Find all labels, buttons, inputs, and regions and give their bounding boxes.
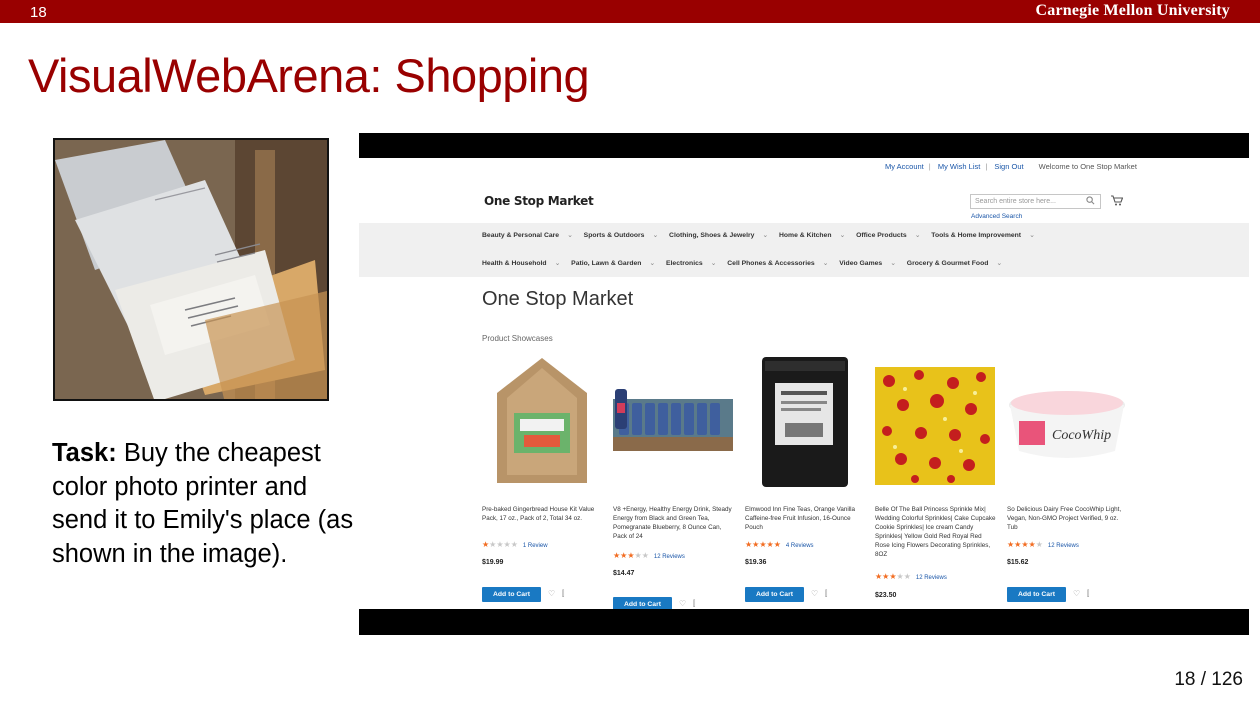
compare-icon[interactable]: ⫿ [562, 589, 565, 598]
review-count[interactable]: 12 Reviews [1048, 543, 1079, 549]
nav-grocery[interactable]: Grocery & Gourmet Food [907, 260, 989, 267]
account-links: My Account | My Wish List | Sign Out Welco… [885, 162, 1137, 171]
showcase-label: Product Showcases [482, 334, 553, 343]
product-card: Pre-baked Gingerbread House Kit Value Pa… [482, 353, 602, 608]
cocowhip-tub-image[interactable]: CocoWhip [1007, 353, 1127, 488]
product-price: $15.62 [1007, 559, 1029, 566]
nav-tools[interactable]: Tools & Home Improvement [931, 232, 1021, 239]
advanced-search-link[interactable]: Advanced Search [971, 213, 1022, 220]
nav-health[interactable]: Health & Household [482, 260, 547, 267]
nav-clothing[interactable]: Clothing, Shoes & Jewelry [669, 232, 754, 239]
slide-title: VisualWebArena: Shopping [28, 49, 590, 102]
nav-office[interactable]: Office Products [856, 232, 907, 239]
wishlist-heart-icon[interactable]: ♡ [679, 599, 686, 608]
product-name[interactable]: So Delicious Dairy Free CocoWhip Light, … [1007, 505, 1129, 532]
task-description: Task: Buy the cheapest color photo print… [52, 437, 362, 571]
product-actions: ♡ ⫿ [548, 589, 564, 599]
slide-header-bar: 18 Carnegie Mellon University [0, 0, 1260, 23]
envelopes-image [55, 140, 327, 399]
add-to-cart-button[interactable]: Add to Cart [1007, 587, 1066, 602]
store-logo[interactable]: One Stop Market [484, 194, 594, 208]
wishlist-heart-icon[interactable]: ♡ [1073, 589, 1080, 598]
product-name[interactable]: Elmwood Inn Fine Teas, Orange Vanilla Ca… [745, 505, 867, 532]
product-price: $19.99 [482, 559, 504, 566]
sign-out-link[interactable]: Sign Out [994, 162, 1023, 171]
slide-number: 18 [30, 4, 47, 21]
product-actions: ♡ ⫿ [811, 589, 827, 599]
product-rating: ★★★★★ 12 Reviews [1007, 540, 1079, 549]
compare-icon[interactable]: ⫿ [693, 599, 696, 608]
nav-video-games[interactable]: Video Games [839, 260, 882, 267]
review-count[interactable]: 12 Reviews [916, 575, 947, 581]
task-reference-photo [53, 138, 329, 401]
product-card: Elmwood Inn Fine Teas, Orange Vanilla Ca… [745, 353, 865, 608]
cart-icon[interactable] [1111, 195, 1123, 206]
product-name[interactable]: V8 +Energy, Healthy Energy Drink, Steady… [613, 505, 735, 541]
tea-pouch-image[interactable] [745, 353, 865, 488]
product-name[interactable]: Belle Of The Ball Princess Sprinkle Mix|… [875, 505, 997, 559]
review-count[interactable]: 12 Reviews [654, 554, 685, 560]
nav-electronics[interactable]: Electronics [666, 260, 703, 267]
product-actions: ♡ ⫿ [679, 599, 695, 609]
product-price: $23.50 [875, 592, 897, 599]
wishlist-heart-icon[interactable]: ♡ [811, 589, 818, 598]
gingerbread-kit-image[interactable] [482, 353, 602, 488]
nav-beauty[interactable]: Beauty & Personal Care [482, 232, 559, 239]
product-card: V8 +Energy, Healthy Energy Drink, Steady… [613, 353, 735, 612]
product-rating: ★★★★★ 4 Reviews [745, 540, 814, 549]
product-rating: ★★★★★ 12 Reviews [613, 551, 685, 560]
task-label: Task: [52, 439, 117, 467]
institution-logo: Carnegie Mellon University [1035, 2, 1230, 19]
review-count[interactable]: 4 Reviews [786, 543, 814, 549]
compare-icon[interactable]: ⫿ [1087, 589, 1090, 598]
nav-patio[interactable]: Patio, Lawn & Garden [571, 260, 641, 267]
wish-list-link[interactable]: My Wish List [938, 162, 981, 171]
category-nav-row-2: Health & Household ⌄ Patio, Lawn & Garden… [482, 260, 1003, 267]
svg-text:CocoWhip: CocoWhip [1052, 428, 1111, 443]
nav-cell-phones[interactable]: Cell Phones & Accessories [727, 260, 814, 267]
product-card: CocoWhip So Delicious Dairy Free CocoWhi… [1007, 353, 1127, 608]
energy-drink-cans-image[interactable] [613, 353, 733, 488]
product-rating: ★★★★★ 1 Review [482, 540, 548, 549]
welcome-message: Welcome to One Stop Market [1038, 162, 1137, 171]
search-input[interactable]: Search entire store here... [970, 194, 1101, 209]
my-account-link[interactable]: My Account [885, 162, 924, 171]
product-name[interactable]: Pre-baked Gingerbread House Kit Value Pa… [482, 505, 604, 523]
sprinkles-image[interactable] [875, 353, 995, 488]
nav-sports[interactable]: Sports & Outdoors [584, 232, 645, 239]
letterbox-top [359, 133, 1249, 158]
product-price: $19.36 [745, 559, 767, 566]
nav-home-kitchen[interactable]: Home & Kitchen [779, 232, 832, 239]
review-count[interactable]: 1 Review [523, 543, 548, 549]
store-page-heading: One Stop Market [482, 288, 634, 310]
search-icon[interactable] [1086, 196, 1095, 205]
page-counter: 18 / 126 [1174, 669, 1243, 690]
add-to-cart-button[interactable]: Add to Cart [745, 587, 804, 602]
compare-icon[interactable]: ⫿ [825, 589, 828, 598]
product-rating: ★★★★★ 12 Reviews [875, 572, 947, 581]
category-nav-row-1: Beauty & Personal Care ⌄ Sports & Outdoor… [482, 232, 1035, 239]
product-actions: ♡ ⫿ [1073, 589, 1089, 599]
product-card: Belle Of The Ball Princess Sprinkle Mix|… [875, 353, 997, 608]
shopping-site-screenshot: My Account | My Wish List | Sign Out Welco… [359, 133, 1249, 635]
letterbox-bottom [359, 609, 1249, 635]
add-to-cart-button[interactable]: Add to Cart [482, 587, 541, 602]
wishlist-heart-icon[interactable]: ♡ [548, 589, 555, 598]
product-price: $14.47 [613, 570, 635, 577]
